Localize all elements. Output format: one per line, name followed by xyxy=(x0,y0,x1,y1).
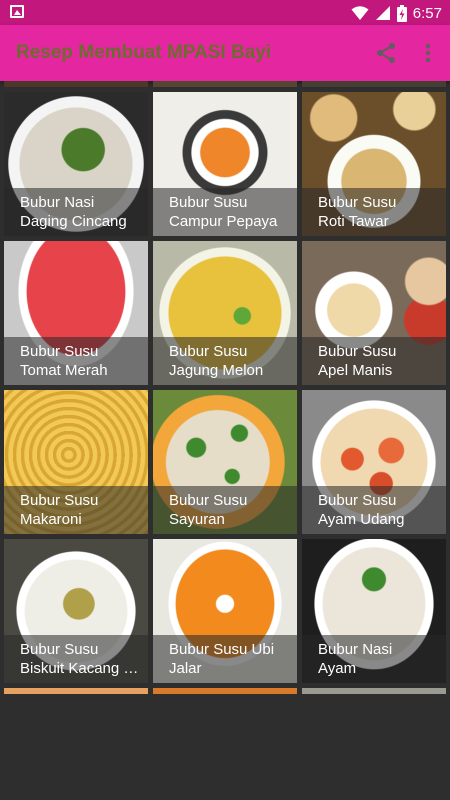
recipe-tile[interactable]: Bubur Nasi Ayam xyxy=(302,539,446,683)
recipe-title-line1: Bubur Nasi xyxy=(318,641,393,658)
recipe-tile-partial[interactable] xyxy=(4,81,148,87)
signal-icon xyxy=(375,6,390,20)
recipe-title-line2: Sayuran xyxy=(169,511,225,528)
recipe-title-line2: Biskuit Kacang Hijau xyxy=(20,660,144,677)
recipe-title-line1: Bubur Susu xyxy=(318,492,397,509)
recipe-tile[interactable]: Bubur Nasi Daging Cincang xyxy=(4,92,148,236)
recipe-caption: Bubur Susu Roti Tawar xyxy=(302,188,446,236)
recipe-title-line1: Bubur Susu xyxy=(20,343,99,360)
more-vert-icon[interactable] xyxy=(418,41,438,65)
recipe-title-line1: Bubur Nasi xyxy=(20,194,95,211)
app-title: Resep Membuat MPASI Bayi xyxy=(16,42,272,63)
recipe-title-line2: Jalar xyxy=(169,660,202,677)
app-bar: Resep Membuat MPASI Bayi xyxy=(0,25,450,81)
recipe-caption: Bubur Susu Apel Manis xyxy=(302,337,446,385)
recipe-title-line2: Tomat Merah xyxy=(20,362,108,379)
recipe-tile[interactable]: Bubur Susu Jagung Melon xyxy=(153,241,297,385)
recipe-tile-partial[interactable] xyxy=(153,688,297,694)
recipe-title-line1: Bubur Susu xyxy=(169,492,248,509)
recipe-title-line1: Bubur Susu xyxy=(20,492,99,509)
recipe-caption: Bubur Nasi Daging Cincang xyxy=(4,188,148,236)
recipe-caption: Bubur Susu Sayuran xyxy=(153,486,297,534)
recipe-title-line2: Apel Manis xyxy=(318,362,393,379)
recipe-caption: Bubur Susu Ayam Udang xyxy=(302,486,446,534)
recipe-tile[interactable]: Bubur Susu Apel Manis xyxy=(302,241,446,385)
recipe-caption: Bubur Susu Campur Pepaya xyxy=(153,188,297,236)
recipe-tile-partial[interactable] xyxy=(4,688,148,694)
recipe-caption: Bubur Susu Jagung Melon xyxy=(153,337,297,385)
battery-charging-icon xyxy=(396,4,407,22)
status-bar: 6:57 xyxy=(0,0,450,25)
recipe-tile[interactable]: Bubur Susu Makaroni xyxy=(4,390,148,534)
image-notification-icon xyxy=(10,5,24,18)
recipe-title-line2: Makaroni xyxy=(20,511,82,528)
clock-time: 6:57 xyxy=(412,4,442,22)
recipe-tile[interactable]: Bubur Susu Biskuit Kacang Hijau xyxy=(4,539,148,683)
recipe-tile[interactable]: Bubur Susu Tomat Merah xyxy=(4,241,148,385)
recipe-title-line1: Bubur Susu xyxy=(318,343,397,360)
share-icon[interactable] xyxy=(374,41,398,65)
recipe-tile[interactable]: Bubur Susu Campur Pepaya xyxy=(153,92,297,236)
recipe-caption: Bubur Susu Tomat Merah xyxy=(4,337,148,385)
recipe-title-line1: Bubur Susu xyxy=(318,194,397,211)
recipe-tile[interactable]: Bubur Susu Sayuran xyxy=(153,390,297,534)
recipe-title-line2: Campur Pepaya xyxy=(169,213,278,230)
recipe-tile-partial[interactable] xyxy=(302,81,446,87)
recipe-tile[interactable]: Bubur Susu Roti Tawar xyxy=(302,92,446,236)
recipe-tile-partial[interactable] xyxy=(302,688,446,694)
recipe-title-line2: Jagung Melon xyxy=(169,362,264,379)
recipe-tile[interactable]: Bubur Susu Ayam Udang xyxy=(302,390,446,534)
recipe-tile[interactable]: Bubur Susu Ubi Jalar xyxy=(153,539,297,683)
recipe-title-line2: Roti Tawar xyxy=(318,213,389,230)
recipe-caption: Bubur Susu Makaroni xyxy=(4,486,148,534)
status-icons: 6:57 xyxy=(351,3,442,23)
recipe-tile-partial[interactable] xyxy=(153,81,297,87)
recipe-grid: Bubur Nasi Daging Cincang Bubur Susu Campu… xyxy=(0,81,450,694)
recipe-title-line2: Daging Cincang xyxy=(20,213,127,230)
recipe-caption: Bubur Nasi Ayam xyxy=(302,635,446,683)
recipe-title-line1: Bubur Susu xyxy=(169,343,248,360)
recipe-title-line1: Bubur Susu xyxy=(20,641,99,658)
recipe-caption: Bubur Susu Ubi Jalar xyxy=(153,635,297,683)
recipe-caption: Bubur Susu Biskuit Kacang Hijau xyxy=(4,635,148,683)
recipe-title-line1: Bubur Susu xyxy=(169,194,248,211)
recipe-title-line1: Bubur Susu Ubi xyxy=(169,641,275,658)
recipe-title-line2: Ayam Udang xyxy=(318,511,405,528)
wifi-icon xyxy=(351,6,369,20)
recipe-title-line2: Ayam xyxy=(318,660,357,677)
